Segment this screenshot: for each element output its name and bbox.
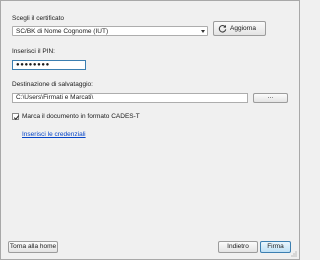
pin-field[interactable]: ●●●●●●●●	[12, 60, 86, 70]
refresh-button-label: Aggiorna	[230, 25, 257, 32]
sign-button[interactable]: Firma	[260, 241, 291, 253]
sign-dialog: Scegli il certificato SC/BK di Nome Cogn…	[0, 0, 300, 260]
enter-credentials-link[interactable]: Inserisci le credenziali	[22, 131, 86, 138]
check-icon	[13, 115, 20, 120]
certificate-label: Scegli il certificato	[12, 15, 65, 22]
resize-grip-icon[interactable]	[291, 251, 297, 257]
certificate-selected-value: SC/BK di Nome Cognome (IUT)	[16, 28, 109, 35]
browse-button[interactable]: ...	[253, 93, 288, 103]
chevron-down-icon	[201, 30, 205, 33]
refresh-button[interactable]: Aggiorna	[213, 21, 266, 36]
certificate-select[interactable]: SC/BK di Nome Cognome (IUT)	[12, 26, 208, 36]
pin-label: Inserisci il PIN:	[12, 48, 55, 55]
back-button[interactable]: Indietro	[218, 241, 258, 253]
refresh-icon	[218, 24, 227, 33]
destination-label: Destinazione di salvataggio:	[12, 81, 93, 88]
home-button[interactable]: Torna alla home	[8, 241, 58, 253]
cades-t-label: Marca il documento in formato CADES-T	[22, 113, 140, 120]
cades-t-checkbox[interactable]	[12, 113, 20, 120]
destination-path-field[interactable]: C:\Users\Firmati e Marcati\	[12, 93, 248, 103]
